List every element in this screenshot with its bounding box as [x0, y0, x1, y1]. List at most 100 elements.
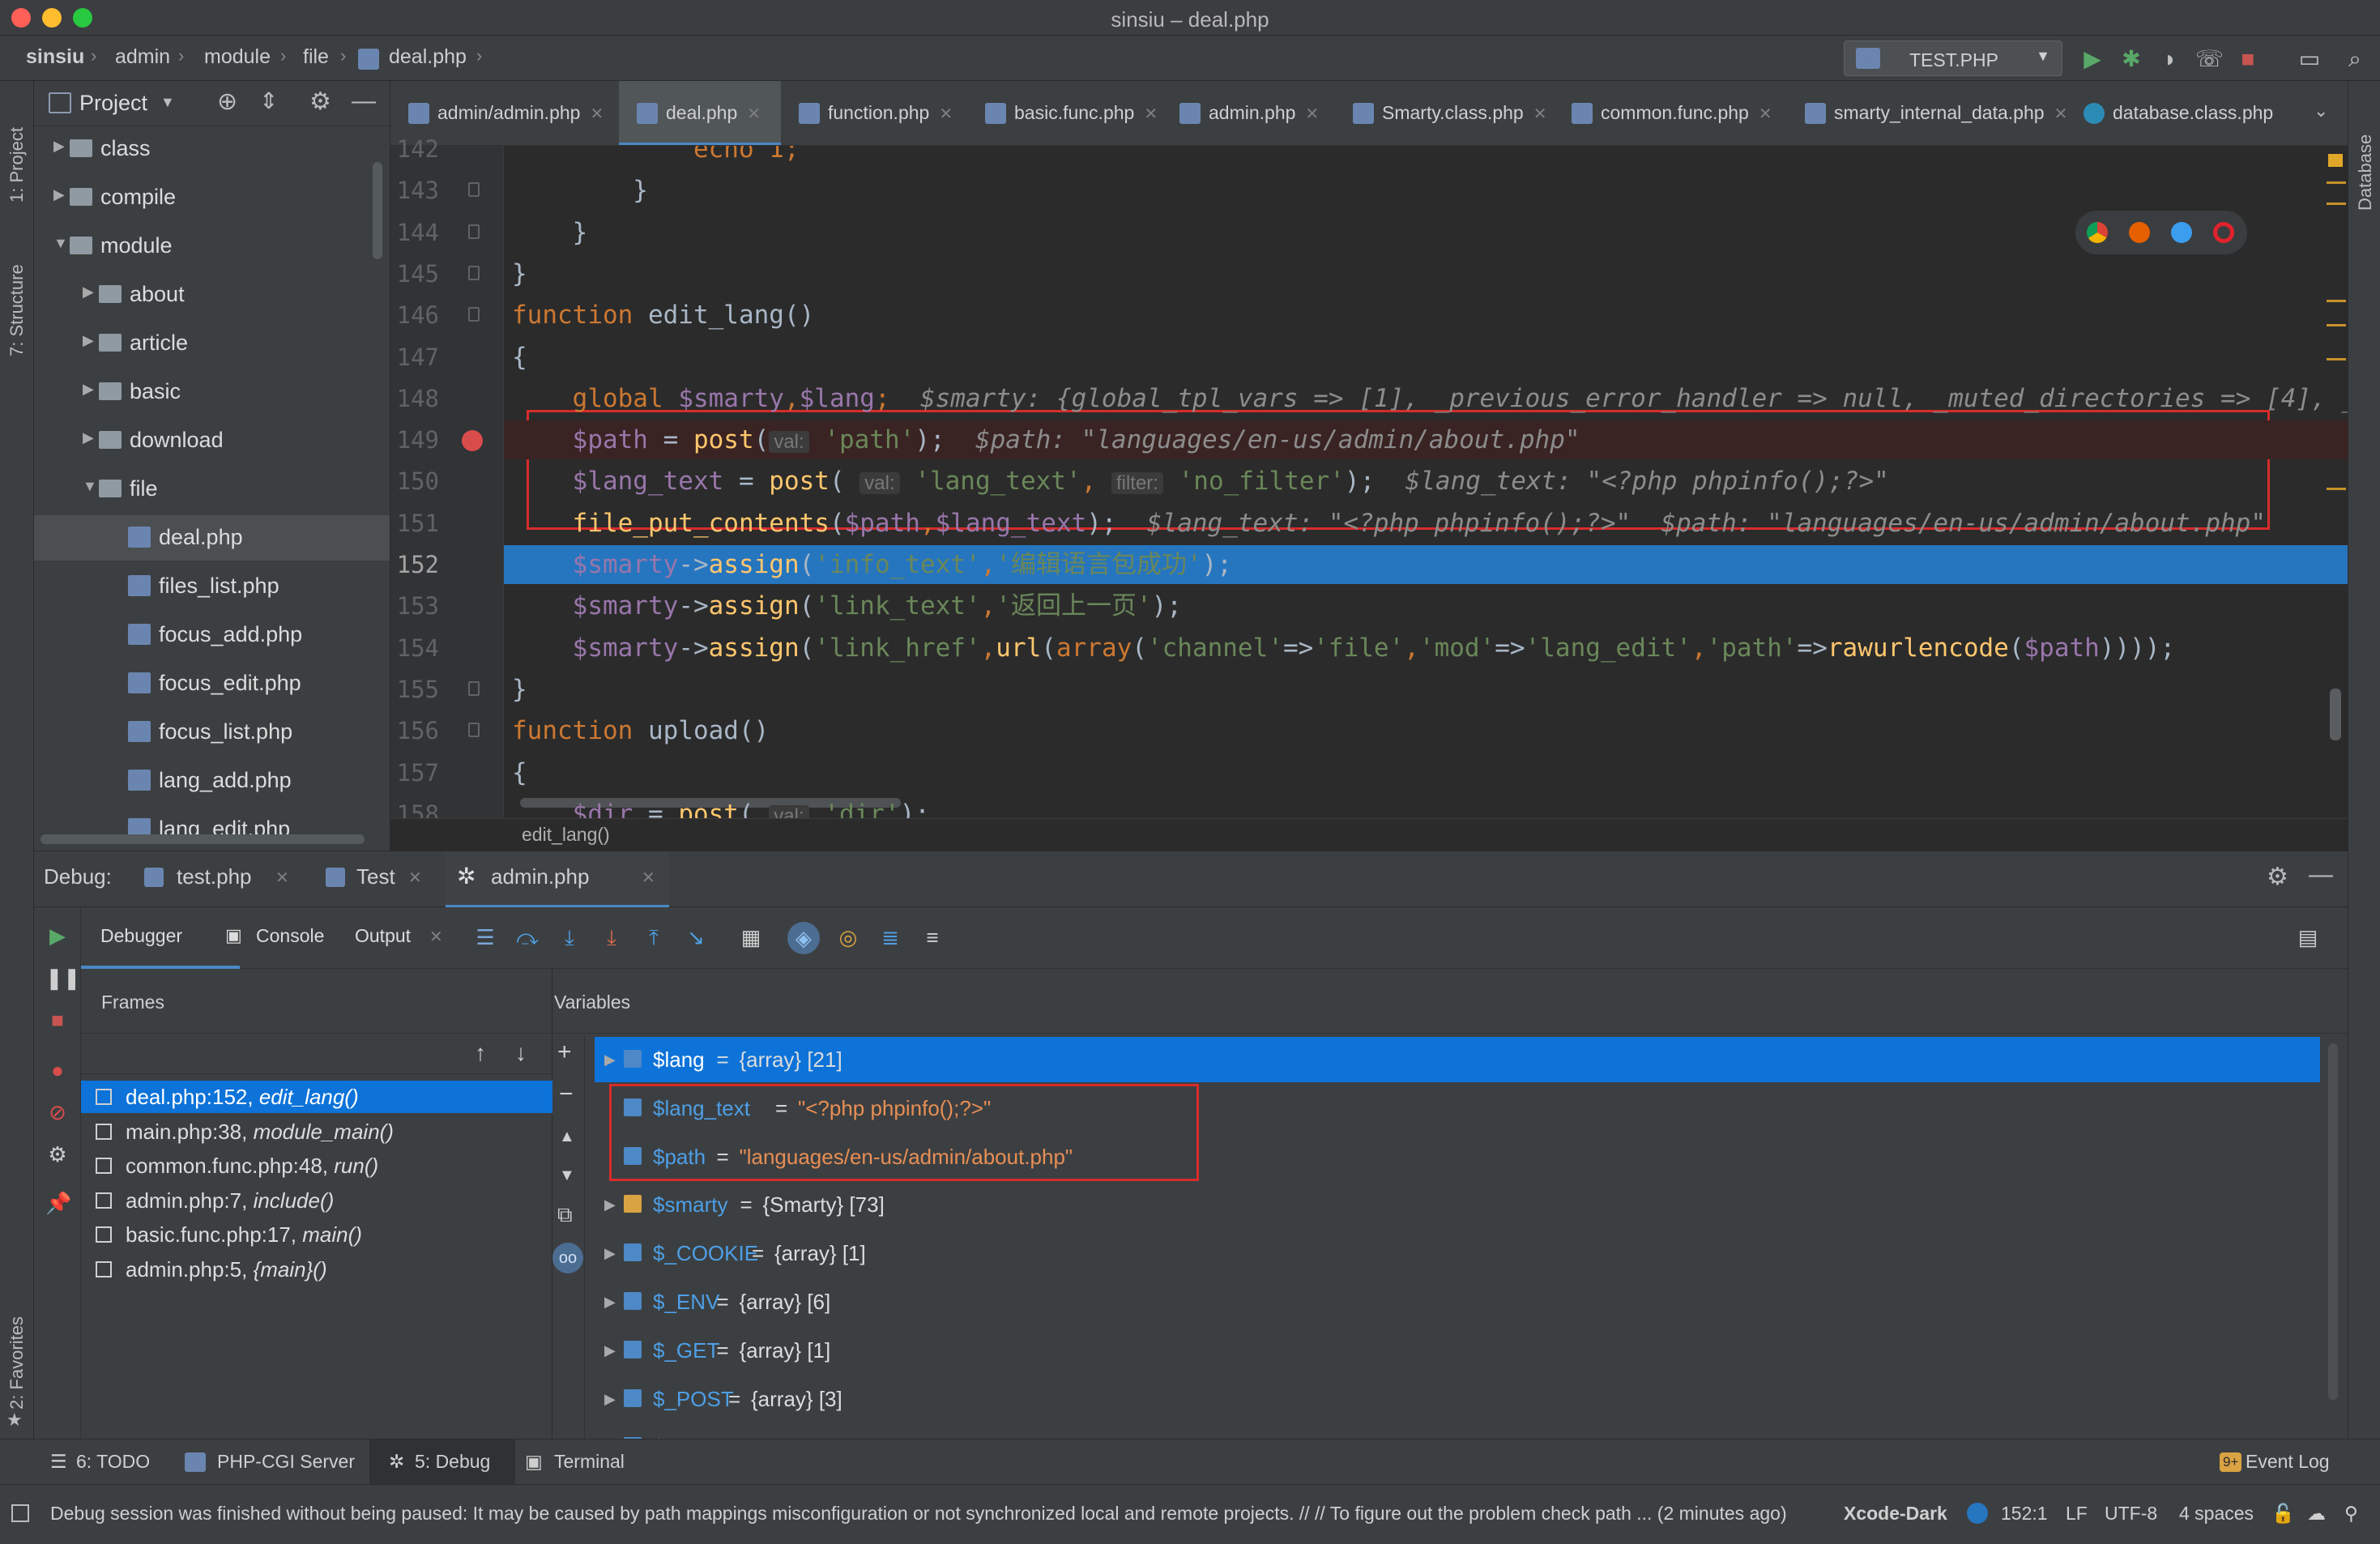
tab-debugger[interactable]: Debugger	[81, 907, 240, 969]
chevron-down-icon[interactable]: ▼	[53, 235, 68, 252]
view-breakpoints-icon[interactable]: ●	[45, 1058, 70, 1082]
close-icon[interactable]: ✕	[642, 868, 655, 888]
run-configuration-select[interactable]: TEST.PHP ▼	[1844, 41, 2062, 76]
tree-item[interactable]: files_list.php	[34, 564, 390, 609]
chevron-down-icon[interactable]: ▼	[83, 478, 97, 495]
toggle-tool-windows-icon[interactable]	[11, 1504, 29, 1522]
chevron-right-icon[interactable]: ▶	[83, 284, 94, 301]
tree-horizontal-scrollbar[interactable]	[41, 834, 365, 844]
code-line[interactable]: global $smarty,$lang; $smarty: {global_t…	[504, 379, 2348, 418]
frame-row[interactable]: basic.func.php:17, main()	[81, 1218, 552, 1251]
cursor-position[interactable]: 152:1	[2001, 1503, 2048, 1525]
debug-session-tab-1[interactable]: test.php	[177, 864, 252, 889]
frame-row[interactable]: main.php:38, module_main()	[81, 1115, 552, 1148]
theme-indicator[interactable]: Xcode-Dark	[1844, 1503, 1947, 1525]
coverage-icon[interactable]: ◗	[2156, 45, 2184, 73]
tree-item[interactable]: focus_add.php	[34, 612, 390, 658]
tab-file[interactable]: common.func.php ✕	[1554, 81, 1787, 145]
tree-item[interactable]: ▶ basic	[34, 369, 390, 415]
chevron-right-icon[interactable]: ▶	[604, 1279, 616, 1324]
code-line[interactable]: }	[504, 213, 2348, 252]
chevron-right-icon[interactable]: ▶	[53, 138, 65, 155]
code-line[interactable]: function upload()	[504, 711, 2348, 750]
php-cgi-server-tab[interactable]: PHP-CGI Server	[217, 1451, 355, 1473]
tab-file[interactable]: database.class.php	[2066, 81, 2301, 145]
fold-icon[interactable]	[468, 723, 480, 738]
tab-file[interactable]: admin.php ✕	[1162, 81, 1335, 145]
code-line[interactable]: function edit_lang()	[504, 296, 2348, 335]
tool-window-structure[interactable]: 7: Structure	[6, 264, 28, 356]
chevron-down-icon[interactable]: ⌄	[2314, 100, 2328, 122]
tree-item[interactable]: ▶ about	[34, 272, 390, 318]
breadcrumb-project[interactable]: sinsiu	[26, 45, 84, 69]
code-line[interactable]: $dir = post( val: 'dir');	[504, 795, 2348, 818]
variable-row[interactable]: ▶ $smarty = {Smarty} [73]	[595, 1182, 2320, 1227]
terminal-tab[interactable]: Terminal	[554, 1451, 625, 1473]
chevron-down-icon[interactable]: ▼	[160, 94, 175, 111]
event-log-tab[interactable]: Event Log	[2246, 1451, 2330, 1473]
close-icon[interactable]: ✕	[939, 105, 953, 123]
resume-icon[interactable]: ▶	[45, 923, 70, 948]
close-icon[interactable]: ✕	[408, 868, 422, 888]
force-step-into-icon[interactable]: ⤓	[599, 925, 624, 949]
tree-item[interactable]: ▶ class	[34, 126, 390, 172]
fold-icon[interactable]	[468, 224, 480, 239]
tab-console[interactable]: Console	[256, 925, 324, 947]
file-encoding[interactable]: UTF-8	[2105, 1503, 2157, 1525]
arrow-down-icon[interactable]: ↓	[515, 1040, 527, 1066]
breadcrumb-file[interactable]: file	[303, 45, 329, 69]
close-icon[interactable]: ✕	[275, 868, 289, 888]
debug-icon[interactable]: ✱	[2118, 45, 2145, 73]
gear-icon[interactable]: ⚙	[309, 87, 331, 116]
code-editor[interactable]: echo 1; } }} function edit_lang() { global…	[504, 146, 2348, 818]
frame-row[interactable]: admin.php:5, {main}()	[81, 1253, 552, 1286]
frame-row[interactable]: admin.php:7, include()	[81, 1184, 552, 1217]
frame-row[interactable]: common.func.php:48, run()	[81, 1149, 552, 1182]
code-line[interactable]: file_put_contents($path,$lang_text); $la…	[504, 504, 2348, 543]
tool-window-database[interactable]: Database	[2355, 134, 2376, 211]
status-message[interactable]: Debug session was finished without being…	[50, 1503, 1787, 1525]
breakpoints-view-icon[interactable]: ◈	[787, 922, 820, 954]
close-icon[interactable]: ✕	[1144, 105, 1158, 123]
tree-item[interactable]: ▼ module	[34, 224, 390, 269]
layout-icon[interactable]: ▭	[2296, 45, 2323, 73]
todo-tab[interactable]: 6: TODO	[76, 1451, 150, 1473]
tool-window-project[interactable]: 1: Project	[6, 127, 28, 203]
tree-item[interactable]: ▶ article	[34, 321, 390, 366]
chevron-right-icon[interactable]: ▶	[604, 1037, 616, 1082]
code-line[interactable]: }	[504, 254, 2348, 293]
chevron-right-icon[interactable]: ▶	[604, 1328, 616, 1373]
code-breadcrumb[interactable]: edit_lang()	[390, 818, 2348, 851]
cloud-icon[interactable]: ☁	[2307, 1503, 2326, 1525]
chevron-right-icon[interactable]: ▶	[604, 1182, 616, 1227]
show-execution-point-icon[interactable]: ☰	[473, 925, 497, 949]
frame-row[interactable]: deal.php:152, edit_lang()	[81, 1081, 552, 1113]
breadcrumb-deal-php[interactable]: deal.php	[389, 45, 467, 69]
code-line[interactable]: {	[504, 338, 2348, 377]
stop-icon[interactable]: ■	[2234, 45, 2262, 73]
chevron-right-icon[interactable]: ▶	[83, 381, 94, 398]
variable-row[interactable]: ▶ $_GET = {array} [1]	[595, 1328, 2320, 1373]
tree-item[interactable]: ▶ download	[34, 418, 390, 463]
chevron-right-icon[interactable]: ▶	[83, 429, 94, 446]
fold-icon[interactable]	[468, 182, 480, 198]
indent-setting[interactable]: 4 spaces	[2179, 1503, 2254, 1525]
pause-icon[interactable]: ❚❚	[45, 966, 81, 990]
step-over-icon[interactable]: ⤼	[515, 925, 540, 949]
gear-icon[interactable]: ⚙	[2267, 863, 2288, 891]
tab-file[interactable]: smarty_internal_data.php ✕	[1787, 81, 2067, 145]
fold-icon[interactable]	[468, 680, 480, 696]
variable-row[interactable]: ▶ $_POST = {array} [3]	[595, 1376, 2320, 1422]
search-icon[interactable]: ⌕	[2341, 45, 2369, 73]
breadcrumb-module[interactable]: module	[204, 45, 271, 69]
tab-file[interactable]: function.php ✕	[781, 81, 967, 145]
close-icon[interactable]: ✕	[429, 927, 443, 947]
code-line[interactable]: $smarty->assign('link_href',url(array('c…	[504, 629, 2348, 668]
debug-session-tab-3[interactable]: ✲ admin.php ✕	[446, 851, 669, 908]
restore-layout-icon[interactable]: ▤	[2296, 925, 2320, 949]
code-line[interactable]: {	[504, 753, 2348, 792]
mute-breakpoints-icon[interactable]: ◎	[836, 925, 860, 949]
step-into-icon[interactable]: ⤓	[557, 925, 582, 949]
chevron-right-icon[interactable]: ▶	[604, 1376, 616, 1422]
arrow-up-icon[interactable]: ↑	[475, 1040, 486, 1066]
